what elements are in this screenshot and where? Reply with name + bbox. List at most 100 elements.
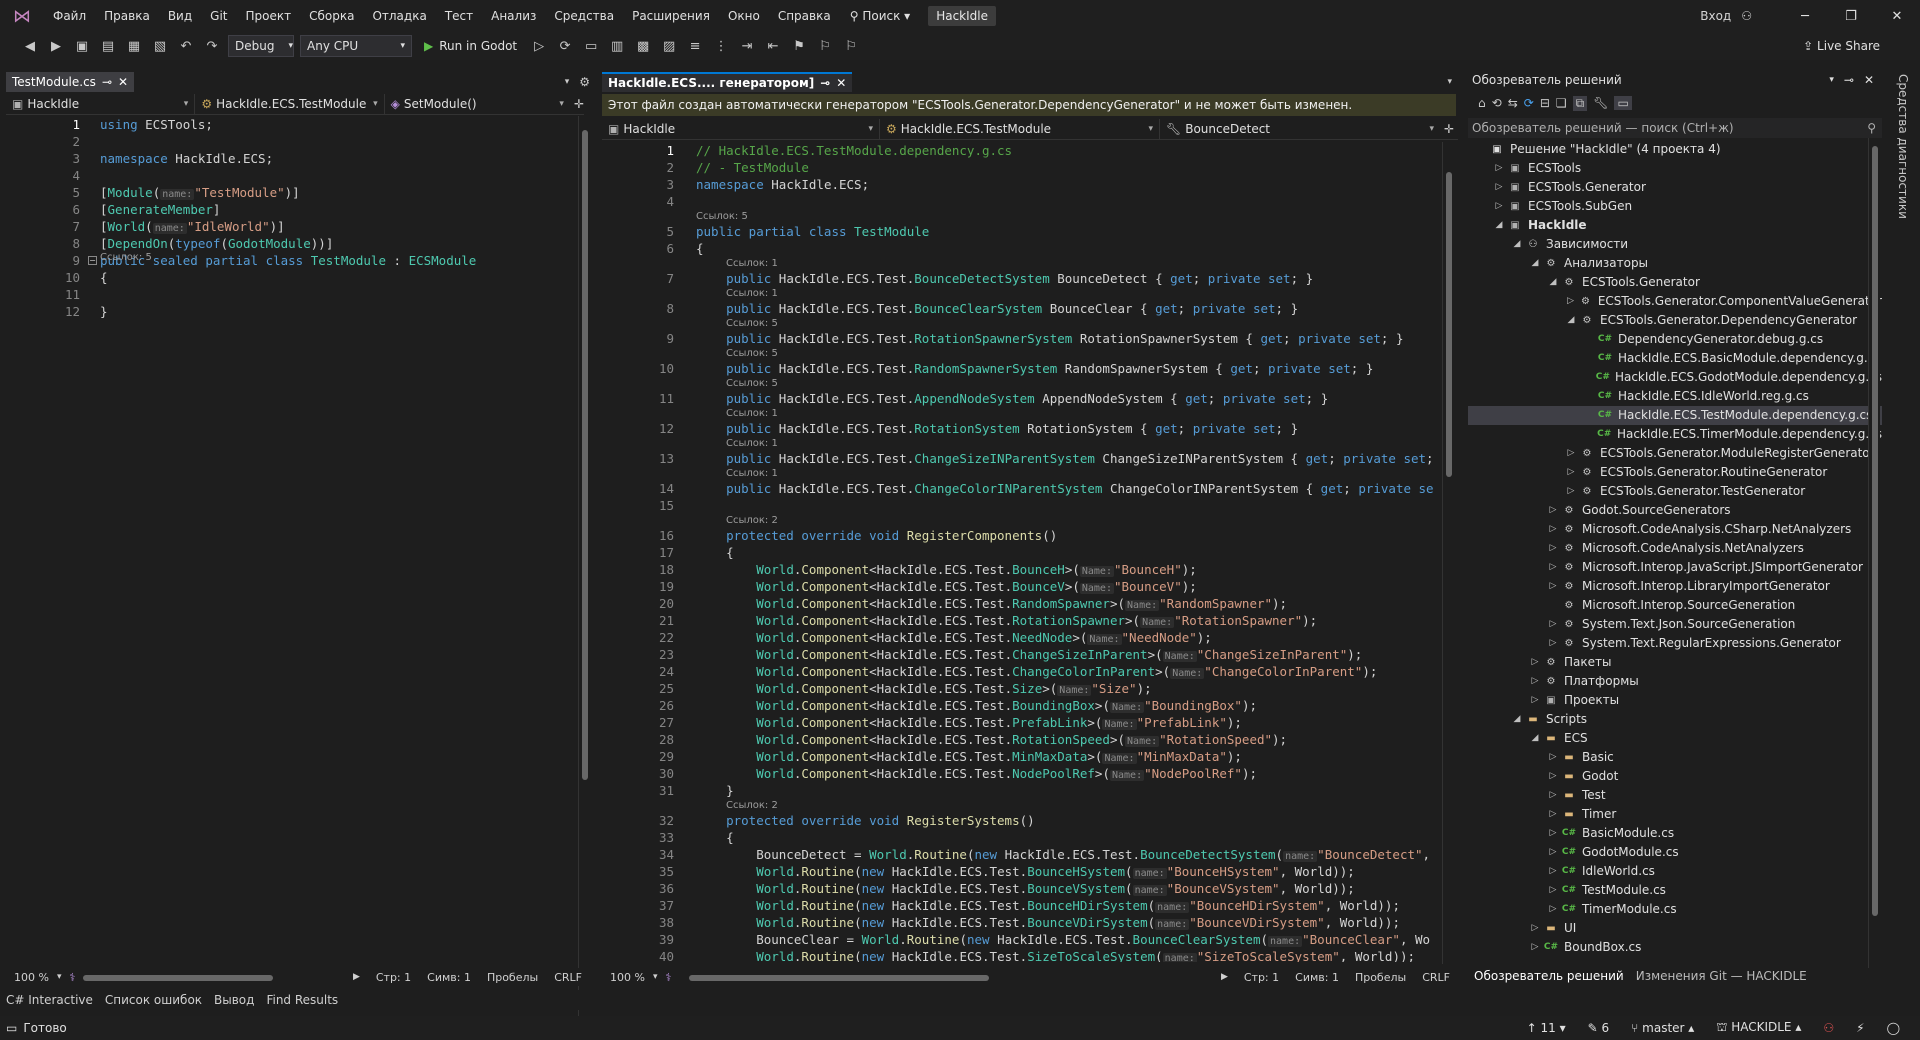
tab-error-list[interactable]: Список ошибок	[99, 993, 208, 1007]
layout-icon[interactable]: ▥	[607, 36, 627, 56]
save-icon[interactable]: ▦	[124, 36, 144, 56]
tree-item[interactable]: ▷ ⚙ ECSTools.Generator.ModuleRegisterGener…	[1468, 444, 1882, 463]
line-ending-indicator[interactable]: CRLF	[546, 971, 590, 984]
solution-vscroll[interactable]	[1868, 138, 1880, 968]
comment-icon[interactable]: ≡	[685, 36, 705, 56]
expand-toggle-icon[interactable]: ◢	[1510, 710, 1524, 729]
fold-toggle[interactable]: −	[88, 256, 97, 265]
expand-toggle-icon[interactable]: ▷	[1546, 786, 1560, 805]
account-icon[interactable]: ⚇	[1737, 9, 1782, 23]
left-vscroll-thumb[interactable]	[582, 130, 588, 780]
outdent-icon[interactable]: ⇤	[763, 36, 783, 56]
config-select[interactable]: Debug ▾	[228, 35, 294, 57]
tree-item[interactable]: C# DependencyGenerator.debug.g.cs	[1468, 330, 1882, 349]
left-code-area[interactable]: using ECSTools; namespace HackIdle.ECS; [M…	[100, 116, 570, 320]
expand-toggle-icon[interactable]: ▷	[1546, 577, 1560, 596]
refs-label[interactable]: Ссылок: 1	[696, 287, 1438, 300]
expand-toggle-icon[interactable]: ▷	[1546, 881, 1560, 900]
expand-toggle-icon[interactable]: ◢	[1564, 311, 1578, 330]
expand-toggle-icon[interactable]: ◢	[1510, 235, 1524, 254]
tab-find-results[interactable]: Find Results	[260, 993, 344, 1007]
column-indicator[interactable]: Симв: 1	[419, 971, 479, 984]
pin-icon[interactable]: ⊸	[820, 76, 830, 90]
nav-project[interactable]: ▣ HackIdle ▾	[6, 93, 196, 114]
right-vscroll-thumb[interactable]	[1446, 172, 1452, 477]
expand-toggle-icon[interactable]: ▷	[1546, 805, 1560, 824]
expand-toggle-icon[interactable]: ◢	[1546, 273, 1560, 292]
tree-item[interactable]: ◢ ⚙ ECSTools.Generator.DependencyGenerator	[1468, 311, 1882, 330]
tab-dropdown-icon[interactable]: ▾	[565, 77, 580, 87]
menu-item-11[interactable]: Окно	[719, 0, 769, 32]
left-hscroll-thumb[interactable]	[83, 975, 274, 981]
tree-item[interactable]: ▷ ⚙ Microsoft.CodeAnalysis.NetAnalyzers	[1468, 539, 1882, 558]
tree-item[interactable]: ◢ ⚇ Зависимости	[1468, 235, 1882, 254]
expand-toggle-icon[interactable]: ▷	[1492, 197, 1506, 216]
filter-icon[interactable]: ⧉	[1572, 95, 1588, 111]
properties-icon[interactable]: 🔧︎	[1593, 96, 1608, 110]
copilot-icon[interactable]: ⚡	[1856, 1021, 1864, 1035]
nav-type[interactable]: ⚙ HackIdle.ECS.TestModule ▾	[195, 93, 385, 114]
refs-label[interactable]: Ссылок: 5	[696, 317, 1438, 330]
history-icon[interactable]: ⟲	[1492, 96, 1502, 110]
new-project-icon[interactable]: ▣	[72, 36, 92, 56]
tree-item[interactable]: C# HackIdle.ECS.IdleWorld.reg.g.cs	[1468, 387, 1882, 406]
scroll-right-icon[interactable]: ▶	[1213, 972, 1236, 982]
diagnostics-tab[interactable]: Средства диагностики	[1896, 74, 1910, 219]
panel-pin-icon[interactable]: ⊸	[1844, 70, 1854, 90]
whitespace-indicator[interactable]: Пробелы	[1347, 971, 1414, 984]
split-icon[interactable]: ✛	[574, 97, 584, 111]
run-button[interactable]: ▶ Run in Godot	[418, 39, 523, 53]
solution-vscroll-thumb[interactable]	[1872, 146, 1878, 916]
signin-button[interactable]: Вход	[1694, 9, 1737, 23]
menu-item-8[interactable]: Анализ	[482, 0, 545, 32]
tree-item[interactable]: ▷ ▣ ECSTools	[1468, 159, 1882, 178]
expand-toggle-icon[interactable]: ▷	[1492, 178, 1506, 197]
split-icon[interactable]: ✛	[1444, 122, 1454, 136]
refs-label[interactable]: Ссылок: 1	[696, 407, 1438, 420]
sync-icon[interactable]: ⇆	[1508, 96, 1518, 110]
panel-dropdown-icon[interactable]: ▾	[1829, 70, 1834, 90]
start-without-debug-icon[interactable]: ▷	[529, 36, 549, 56]
right-hscroll[interactable]	[679, 971, 1199, 983]
minimize-button[interactable]: ─	[1782, 9, 1828, 24]
expand-toggle-icon[interactable]: ▷	[1546, 539, 1560, 558]
expand-toggle-icon[interactable]: ▷	[1546, 520, 1560, 539]
edits-indicator[interactable]: ✎ 6	[1588, 1021, 1610, 1035]
refs-label[interactable]: Ссылок: 5	[696, 347, 1438, 360]
tree-item[interactable]: ▷ ▬ UI	[1468, 919, 1882, 938]
tab-dropdown-icon[interactable]: ▾	[1447, 77, 1458, 87]
feedback-icon[interactable]: ◯	[1887, 1021, 1900, 1035]
tree-item[interactable]: ▷ ⚙ ECSTools.Generator.TestGenerator	[1468, 482, 1882, 501]
health-icon[interactable]: ⚕	[61, 971, 83, 984]
notifications-icon[interactable]: ⚇	[1823, 1021, 1834, 1035]
tree-item[interactable]: ▷ ▣ ECSTools.Generator	[1468, 178, 1882, 197]
scroll-right-icon[interactable]: ▶	[345, 972, 368, 982]
tree-item[interactable]: ▷ ⚙ System.Text.RegularExpressions.Generat…	[1468, 634, 1882, 653]
tree-item[interactable]: C# HackIdle.ECS.TimerModule.dependency.g.…	[1468, 425, 1882, 444]
refresh-icon[interactable]: ⟳	[1524, 96, 1534, 110]
left-vscroll[interactable]	[578, 116, 590, 1038]
tree-item[interactable]: ▷ C# IdleWorld.cs	[1468, 862, 1882, 881]
format-icon[interactable]: ⋮	[711, 36, 731, 56]
tree-item[interactable]: ◢ ▬ ECS	[1468, 729, 1882, 748]
refs-label[interactable]: Ссылок: 5	[696, 377, 1438, 390]
errors-indicator[interactable]: ↑ 11 ▾	[1527, 1021, 1566, 1035]
tree-item[interactable]: ⚙ Microsoft.Interop.SourceGeneration	[1468, 596, 1882, 615]
menu-item-10[interactable]: Расширения	[623, 0, 719, 32]
platform-select[interactable]: Any CPU ▾	[300, 35, 412, 57]
refs-label[interactable]: Ссылок: 2	[696, 799, 1438, 812]
home-icon[interactable]: ⌂	[1478, 96, 1486, 110]
tree-item[interactable]: ◢ ⚙ Анализаторы	[1468, 254, 1882, 273]
redo-icon[interactable]: ↷	[202, 36, 222, 56]
tree-item[interactable]: ▷ ⚙ Microsoft.CodeAnalysis.CSharp.NetAnaly…	[1468, 520, 1882, 539]
tree-item[interactable]: ▷ ⚙ System.Text.Json.SourceGeneration	[1468, 615, 1882, 634]
tree-item[interactable]: ▷ ▬ Test	[1468, 786, 1882, 805]
refs-label[interactable]: Ссылок: 1	[696, 257, 1438, 270]
menu-item-1[interactable]: Правка	[95, 0, 159, 32]
tree-item[interactable]: ▷ ▬ Basic	[1468, 748, 1882, 767]
build-icon[interactable]: ▩	[633, 36, 653, 56]
tree-item[interactable]: ▷ ▣ ECSTools.SubGen	[1468, 197, 1882, 216]
expand-toggle-icon[interactable]: ▷	[1564, 444, 1578, 463]
hot-reload-icon[interactable]: ⟳	[555, 36, 575, 56]
tree-item[interactable]: ▷ ⚙ ECSTools.Generator.RoutineGenerator	[1468, 463, 1882, 482]
